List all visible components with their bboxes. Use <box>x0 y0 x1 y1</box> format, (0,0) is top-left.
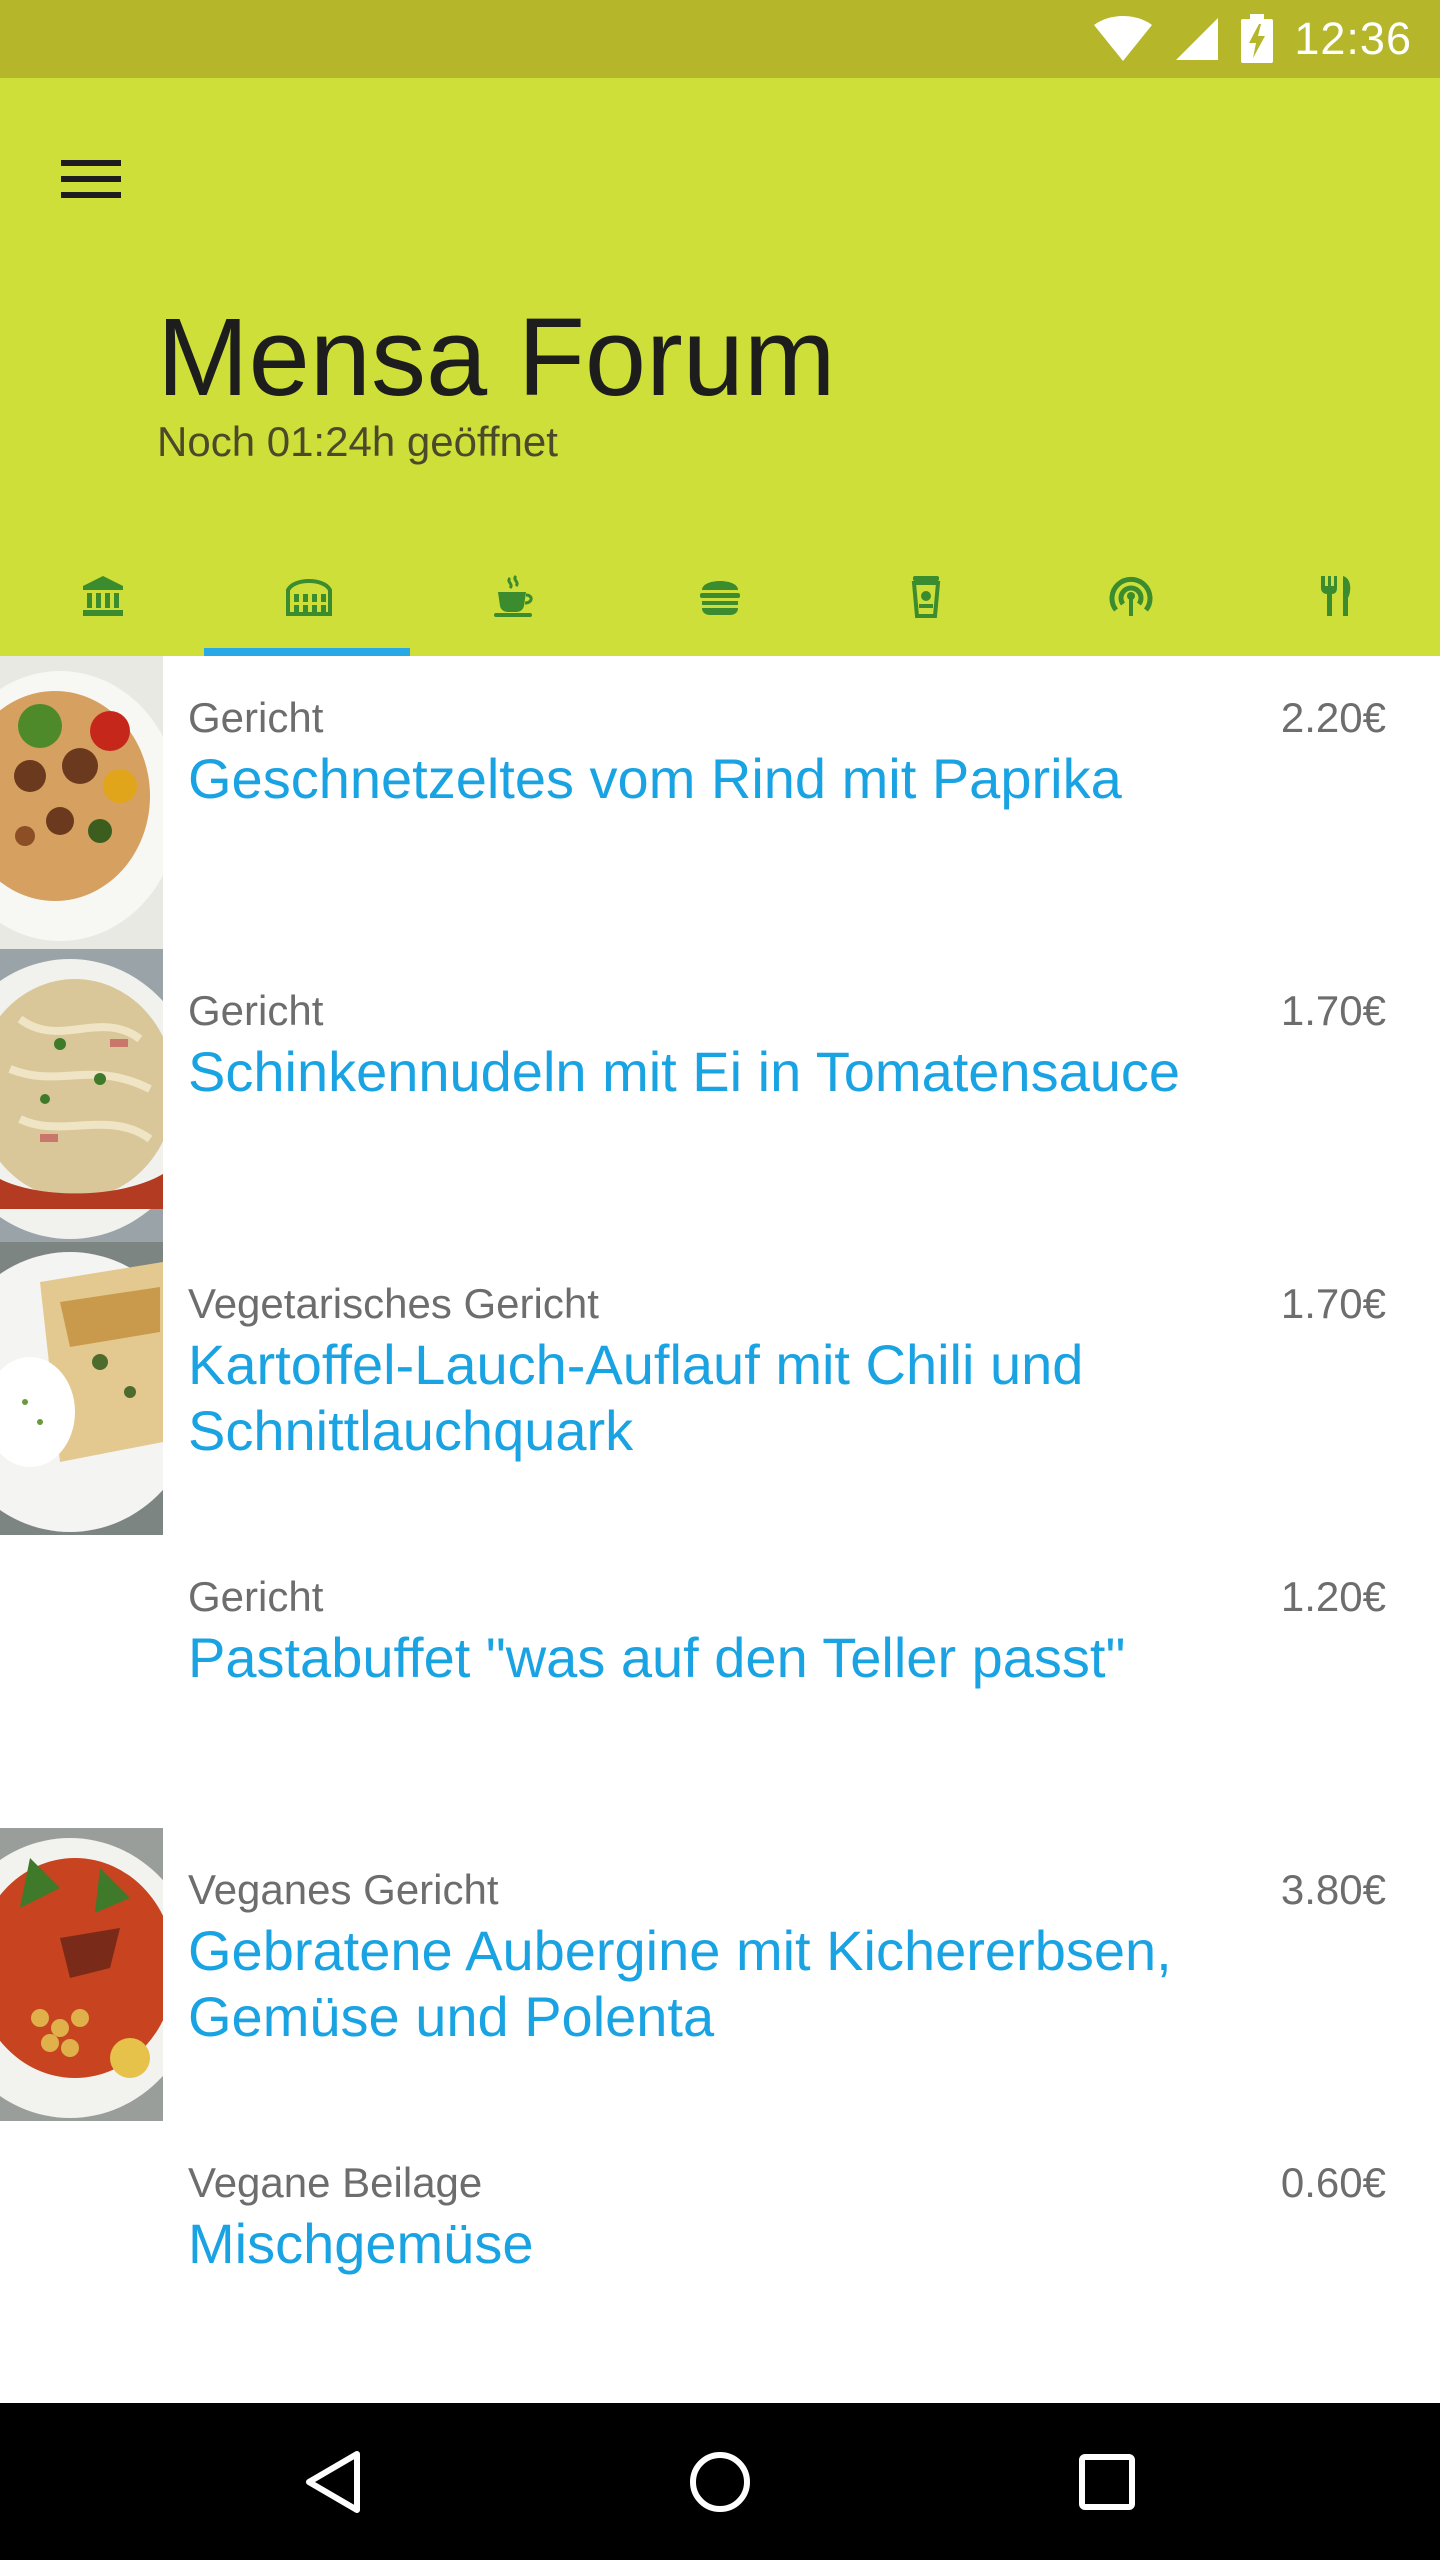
meal-name: Pastabuffet "was auf den Teller passt" <box>188 1626 1126 1689</box>
recents-icon <box>1078 2453 1135 2510</box>
meal-price: 1.70€ <box>1280 1280 1386 1327</box>
tab-broadcast[interactable] <box>1028 536 1234 656</box>
meal-list-item[interactable]: Gericht 1.20€ Pastabuffet "was auf den T… <box>0 1535 1440 1828</box>
meal-list-item[interactable]: Gericht 2.20€ Geschnetzeltes vom Rind mi… <box>0 656 1440 949</box>
meal-image-ham-noodles <box>0 949 163 1242</box>
bank-icon <box>82 576 123 616</box>
back-icon <box>306 2450 361 2513</box>
meal-category: Vegane Beilage <box>188 2159 483 2206</box>
tab-bank[interactable] <box>0 536 206 656</box>
meal-image-eggplant <box>0 1828 163 2121</box>
meal-price: 0.60€ <box>1280 2159 1386 2206</box>
tab-drink[interactable] <box>823 536 1029 656</box>
status-bar: 12:36 <box>0 0 1440 78</box>
meal-category: Gericht <box>188 694 324 741</box>
hamburger-menu-button[interactable] <box>42 130 140 228</box>
home-icon <box>689 2451 750 2512</box>
meal-list-item[interactable]: Vegetarisches Gericht 1.70€ Kartoffel-La… <box>0 1242 1440 1535</box>
meal-category: Vegetarisches Gericht <box>188 1280 599 1327</box>
wifi-icon <box>1094 16 1153 61</box>
meal-name: Schinkennudeln mit Ei in Tomatensauce <box>188 1040 1181 1103</box>
category-tab-bar <box>0 536 1440 656</box>
tab-coffee[interactable] <box>411 536 617 656</box>
app-screen: 12:36 Mensa Forum Noch 01:24h geöffnet G… <box>0 0 1440 2560</box>
meal-name: Kartoffel-Lauch-Auflauf mit Chili und Sc… <box>188 1333 1084 1462</box>
colosseum-icon <box>285 579 332 616</box>
meal-price: 3.80€ <box>1280 1866 1386 1913</box>
meal-category: Gericht <box>188 987 324 1034</box>
recents-button[interactable] <box>1047 2422 1167 2542</box>
tab-colosseum[interactable] <box>206 536 412 656</box>
status-time: 12:36 <box>1294 13 1412 64</box>
page-title: Mensa Forum <box>157 296 836 419</box>
back-button[interactable] <box>273 2422 393 2542</box>
meal-price: 1.20€ <box>1280 1573 1386 1620</box>
meal-name: Geschnetzeltes vom Rind mit Paprika <box>188 747 1122 810</box>
home-button[interactable] <box>660 2422 780 2542</box>
meal-image-casserole <box>0 1242 163 1535</box>
coffee-cup-icon <box>494 574 533 617</box>
burger-icon <box>699 581 740 615</box>
meal-list: Gericht 2.20€ Geschnetzeltes vom Rind mi… <box>0 656 1440 2414</box>
tab-cutlery[interactable] <box>1234 536 1440 656</box>
meal-image-beef <box>0 656 163 949</box>
meal-list-item[interactable]: Gericht 1.70€ Schinkennudeln mit Ei in T… <box>0 949 1440 1242</box>
cutlery-icon <box>1320 576 1351 616</box>
hamburger-menu-icon <box>61 160 121 198</box>
opening-hours-subtitle: Noch 01:24h geöffnet <box>157 418 558 465</box>
broadcast-icon <box>1109 576 1153 616</box>
tab-burger[interactable] <box>617 536 823 656</box>
cell-signal-icon <box>1176 18 1219 60</box>
meal-category: Gericht <box>188 1573 324 1620</box>
meal-name: Mischgemüse <box>188 2212 534 2275</box>
app-header: Mensa Forum Noch 01:24h geöffnet <box>0 78 1440 656</box>
meal-list-item[interactable]: Veganes Gericht 3.80€ Gebratene Aubergin… <box>0 1828 1440 2121</box>
meal-price: 1.70€ <box>1280 987 1386 1034</box>
meal-price: 2.20€ <box>1280 694 1386 741</box>
selected-tab-indicator <box>204 648 410 656</box>
drink-cup-icon <box>911 576 940 618</box>
meal-category: Veganes Gericht <box>188 1866 499 1913</box>
meal-list-item[interactable]: Vegane Beilage 0.60€ Mischgemüse <box>0 2121 1440 2414</box>
meal-name: Gebratene Aubergine mit Kichererbsen, Ge… <box>188 1919 1172 2048</box>
battery-charging-icon <box>1241 14 1274 63</box>
status-icons: 12:36 <box>1092 0 1412 78</box>
system-nav-bar <box>0 2403 1440 2560</box>
